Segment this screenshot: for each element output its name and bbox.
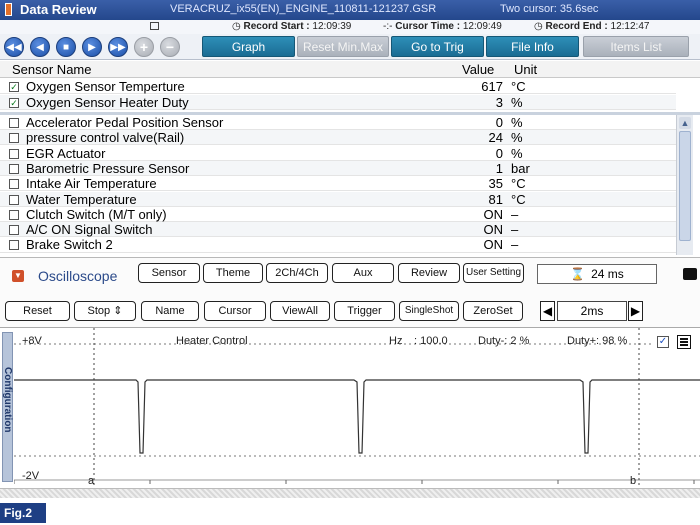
window-box-icon xyxy=(150,22,159,30)
go-to-trig-button[interactable]: Go to Trig xyxy=(391,36,484,57)
table-row[interactable]: EGR Actuator 0 % xyxy=(0,146,676,161)
scroll-thumb[interactable] xyxy=(679,131,691,241)
column-value[interactable]: Value xyxy=(462,62,494,77)
channel-mode-button[interactable]: 2Ch/4Ch xyxy=(266,263,328,283)
row-checkbox[interactable] xyxy=(9,163,19,174)
next-icon[interactable]: ▶ xyxy=(82,37,102,57)
theme-button[interactable]: Theme xyxy=(203,263,263,283)
row-checkbox[interactable] xyxy=(9,225,19,236)
table-row[interactable]: Intake Air Temperature 35 °C xyxy=(0,176,676,192)
column-unit[interactable]: Unit xyxy=(514,62,537,77)
table-row[interactable]: A/C ON Signal Switch ON – xyxy=(0,222,676,238)
oscilloscope-title: Oscilloscope xyxy=(38,268,118,284)
table-row[interactable]: Clutch Switch (M/T only) ON – xyxy=(0,207,676,222)
review-button[interactable]: Review xyxy=(398,263,460,283)
row-checkbox[interactable] xyxy=(9,148,19,159)
row-checkbox[interactable] xyxy=(9,118,19,128)
sensor-button[interactable]: Sensor xyxy=(138,263,200,283)
horizontal-scrollbar[interactable] xyxy=(0,488,700,498)
row-checkbox[interactable]: ✓ xyxy=(9,97,19,108)
figure-label: Fig.2 xyxy=(0,503,46,523)
table-row[interactable]: Water Temperature 81 °C xyxy=(0,191,676,207)
trigger-button[interactable]: Trigger xyxy=(334,301,395,321)
scope-display: Configuration +8V -2V Heater Control Hz … xyxy=(0,327,700,488)
configuration-tab[interactable]: Configuration xyxy=(2,332,13,482)
collapse-arrow-icon[interactable]: ▼ xyxy=(12,270,24,282)
clock-icon: ◷ xyxy=(232,21,241,32)
items-list-button[interactable]: Items List xyxy=(583,36,689,57)
duty-minus: Duty-: 2 % xyxy=(478,335,530,347)
user-setting-button[interactable]: User Setting xyxy=(463,263,524,283)
file-info-button[interactable]: File Info xyxy=(486,36,579,57)
channel-name: Heater Control xyxy=(176,335,248,347)
hz-value: : 100.0 xyxy=(414,335,448,347)
row-checkbox[interactable] xyxy=(9,240,19,251)
time-ticks xyxy=(14,480,695,484)
cursor-time: -:- Cursor Time : 12:09:49 xyxy=(383,21,502,32)
duty-plus: Duty+: 98 % xyxy=(567,335,628,347)
rewind-icon[interactable]: ◀◀ xyxy=(4,37,24,57)
cursor-icon: -:- xyxy=(383,21,393,32)
row-checkbox[interactable] xyxy=(9,209,19,220)
menu-icon[interactable] xyxy=(677,335,691,349)
reset-minmax-button[interactable]: Reset Min.Max xyxy=(297,36,389,57)
reset-button[interactable]: Reset xyxy=(5,301,70,321)
waveform-plot xyxy=(14,328,700,488)
view-all-button[interactable]: ViewAll xyxy=(270,301,330,321)
waveform-trace xyxy=(14,379,700,454)
scroll-up-icon[interactable]: ▲ xyxy=(679,117,691,129)
record-start: ◷ Record Start : 12:09:39 xyxy=(232,21,352,32)
time-div-increase-icon[interactable]: ▶ xyxy=(628,301,643,321)
name-button[interactable]: Name xyxy=(141,301,199,321)
previous-icon[interactable]: ◀ xyxy=(30,37,50,57)
display-mode-icon[interactable] xyxy=(683,268,697,280)
cursor-info: Two cursor: 35.6sec xyxy=(500,3,599,15)
stop-select[interactable]: Stop ⇕ xyxy=(74,301,136,321)
table-row[interactable]: Barometric Pressure Sensor 1 bar xyxy=(0,160,676,177)
table-row[interactable]: ✓ Oxygen Sensor Heater Duty 3 % xyxy=(0,94,676,110)
channel-checkbox[interactable]: ✓ xyxy=(657,336,669,348)
hz-label: Hz xyxy=(389,335,403,347)
time-display: ⌛ 24 ms xyxy=(537,264,657,284)
bottom-voltage-label: -2V xyxy=(22,470,40,482)
table-row[interactable]: Brake Switch 2 ON – xyxy=(0,237,676,253)
cursor-b-label[interactable]: b xyxy=(630,475,636,487)
table-row[interactable]: ✓ Oxygen Sensor Temperture 617 °C xyxy=(0,79,676,95)
file-name: VERACRUZ_ix55(EN)_ENGINE_110811-121237.G… xyxy=(170,3,437,15)
time-div-decrease-icon[interactable]: ◀ xyxy=(540,301,555,321)
updown-icon: ⇕ xyxy=(113,305,123,317)
zero-set-button[interactable]: ZeroSet xyxy=(463,301,523,321)
row-checkbox[interactable] xyxy=(9,194,19,205)
hourglass-icon: ⌛ xyxy=(570,267,586,281)
table-row[interactable]: Accelerator Pedal Position Sensor 0 % xyxy=(0,115,676,131)
window-title: Data Review xyxy=(20,2,97,17)
row-checkbox[interactable] xyxy=(9,133,19,144)
fast-forward-icon[interactable]: ▶▶ xyxy=(108,37,128,57)
cursor-button[interactable]: Cursor xyxy=(204,301,266,321)
table-scrollbar[interactable]: ▲ xyxy=(676,115,693,255)
clock-icon: ◷ xyxy=(534,21,543,32)
plus-icon[interactable]: + xyxy=(134,37,154,57)
top-voltage-label: +8V xyxy=(22,335,42,347)
minus-icon[interactable]: − xyxy=(160,37,180,57)
title-bar: Data Review VERACRUZ_ix55(EN)_ENGINE_110… xyxy=(0,0,700,20)
sensor-table-header: Sensor Name Value Unit xyxy=(0,61,700,78)
toolbar: ◀◀ ◀ ■ ▶ ▶▶ + − Graph Reset Min.Max Go t… xyxy=(0,34,700,60)
single-shot-button[interactable]: SingleShot xyxy=(399,301,459,321)
time-div-value: 2ms xyxy=(557,301,627,321)
app-icon xyxy=(5,3,12,16)
oscilloscope-panel: ▼ Oscilloscope Sensor Theme 2Ch/4Ch Aux … xyxy=(0,257,700,327)
record-time-strip: ◷ Record Start : 12:09:39 -:- Cursor Tim… xyxy=(0,20,700,34)
stop-icon[interactable]: ■ xyxy=(56,37,76,57)
row-checkbox[interactable]: ✓ xyxy=(9,82,19,92)
aux-button[interactable]: Aux xyxy=(332,263,394,283)
table-row[interactable]: pressure control valve(Rail) 24 % xyxy=(0,130,676,146)
record-end: ◷ Record End : 12:12:47 xyxy=(534,21,650,32)
cursor-a-label[interactable]: a xyxy=(88,475,94,487)
row-checkbox[interactable] xyxy=(9,179,19,190)
column-sensor-name[interactable]: Sensor Name xyxy=(12,62,91,77)
graph-button[interactable]: Graph xyxy=(202,36,295,57)
